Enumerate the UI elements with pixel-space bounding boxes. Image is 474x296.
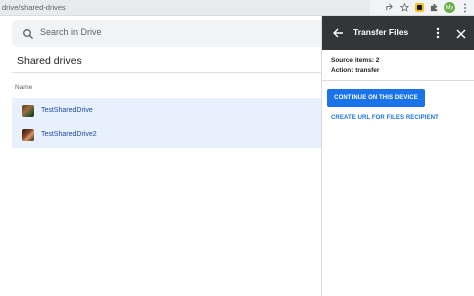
column-header-name[interactable]: Name	[15, 84, 32, 91]
browser-menu-icon[interactable]	[459, 2, 470, 13]
list-item-label: TestSharedDrive	[41, 107, 93, 114]
search-bar[interactable]: Search in Drive	[12, 20, 330, 47]
toolbar-icons: My	[384, 1, 470, 14]
search-icon	[22, 27, 34, 39]
source-items-text: Source items: 2	[331, 57, 380, 64]
more-options-icon[interactable]	[433, 26, 443, 40]
address-bar[interactable]: drive/shared-drives	[0, 0, 370, 15]
drive-main: Search in Drive Shared drives Name TestS…	[0, 16, 330, 296]
transfer-panel: Transfer Files Source items: 2 Action: t…	[321, 16, 474, 296]
list-item[interactable]: TestSharedDrive2	[12, 123, 321, 147]
extension-icon[interactable]	[414, 2, 425, 13]
divider	[322, 80, 474, 81]
back-arrow-icon[interactable]	[331, 26, 345, 40]
profile-avatar[interactable]: My	[444, 2, 455, 13]
share-icon[interactable]	[384, 2, 395, 13]
shared-drive-list: TestSharedDrive TestSharedDrive2	[12, 98, 321, 148]
drive-thumbnail-icon	[22, 129, 34, 141]
panel-title: Transfer Files	[353, 27, 409, 37]
list-item[interactable]: TestSharedDrive	[12, 99, 321, 123]
action-text: Action: transfer	[331, 67, 380, 74]
drive-thumbnail-icon	[22, 105, 34, 117]
search-input[interactable]: Search in Drive	[40, 27, 102, 37]
panel-header: Transfer Files	[322, 16, 474, 50]
divider	[12, 72, 321, 73]
extensions-puzzle-icon[interactable]	[429, 2, 440, 13]
browser-toolbar: drive/shared-drives My	[0, 0, 474, 16]
continue-on-device-button[interactable]: CONTINUE ON THIS DEVICE	[327, 89, 425, 107]
create-url-link[interactable]: CREATE URL FOR FILES RECIPIENT	[331, 115, 439, 121]
app-window: drive/shared-drives My Search in Drive S…	[0, 0, 474, 296]
list-item-label: TestSharedDrive2	[41, 131, 97, 138]
page-title: Shared drives	[17, 55, 82, 67]
bookmark-star-icon[interactable]	[399, 2, 410, 13]
extension-logo-icon	[415, 3, 424, 12]
close-icon[interactable]	[455, 27, 467, 39]
